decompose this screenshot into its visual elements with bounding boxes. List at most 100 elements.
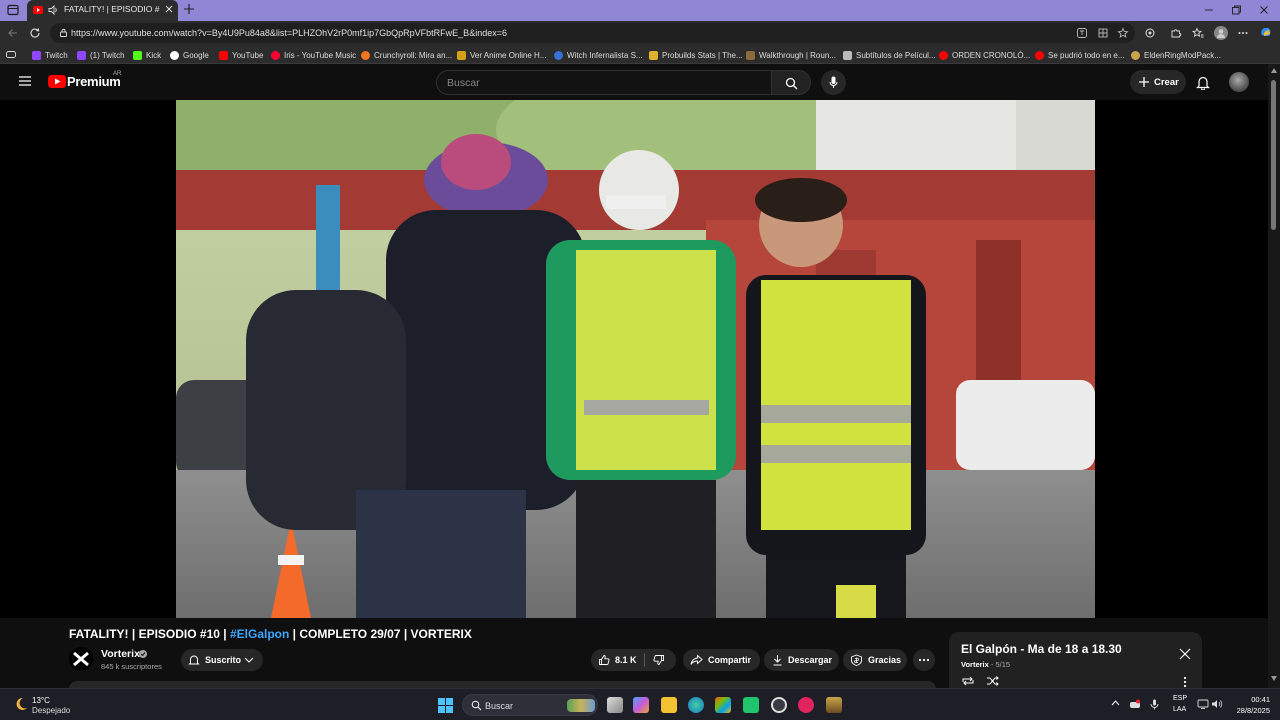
profile-avatar[interactable] (1214, 26, 1228, 40)
bookmark-item[interactable]: EldenRingModPack... (1131, 49, 1221, 61)
more-vertical-icon[interactable] (1183, 676, 1187, 688)
volume-icon[interactable] (1211, 699, 1223, 709)
loop-icon[interactable] (961, 675, 975, 687)
thanks-button[interactable]: Gracias (843, 649, 907, 671)
favorites-icon[interactable] (1192, 27, 1204, 39)
youtube-music-icon (271, 50, 280, 60)
country-code: AR (113, 71, 122, 77)
audio-playing-icon[interactable] (47, 4, 59, 16)
copilot-app-icon[interactable] (633, 697, 649, 713)
bookmark-item[interactable]: Twitch (32, 49, 68, 61)
keyboard-layout[interactable]: LAA (1173, 706, 1186, 713)
window-close-icon[interactable] (1258, 4, 1270, 16)
search-button[interactable] (771, 70, 811, 95)
thumbs-up-icon[interactable] (598, 654, 610, 666)
kick-icon (133, 50, 142, 60)
channel-avatar[interactable] (69, 647, 93, 671)
thumbs-down-icon[interactable] (653, 654, 665, 666)
download-button[interactable]: Descargar (764, 649, 839, 671)
create-button[interactable]: Crear (1130, 70, 1186, 94)
reader-view-icon[interactable] (1097, 27, 1109, 39)
microphone-icon (829, 76, 838, 88)
microsoft-store-icon[interactable] (715, 697, 731, 713)
twitch-icon (32, 50, 41, 60)
clock-time[interactable]: 00:41 (1236, 695, 1270, 704)
channel-name[interactable]: Vorterix (101, 648, 140, 660)
weather-condition[interactable]: Despejado (32, 706, 70, 715)
like-count[interactable]: 8.1 K (615, 655, 637, 665)
bookmark-item[interactable]: Ver Anime Online H... (457, 49, 546, 61)
extension-icon[interactable] (1144, 27, 1156, 39)
bookmark-item[interactable]: Witch Infernalista S... (554, 49, 643, 61)
youtube-logo-icon[interactable] (48, 75, 66, 88)
bookmark-item[interactable]: Subtítulos de Películ... (843, 49, 936, 61)
bookmark-item[interactable]: Walkthrough | Roun... (746, 49, 836, 61)
probuilds-icon (649, 50, 658, 60)
share-button[interactable]: Compartir (683, 649, 760, 671)
back-icon[interactable] (7, 27, 19, 39)
browser-tab-active[interactable]: FATALITY! | EPISODIO #10 | #ElGalpon | C… (27, 0, 178, 21)
browser-menu-icon[interactable] (1237, 27, 1249, 39)
hashtag-link[interactable]: #ElGalpon (230, 627, 289, 641)
more-actions-button[interactable] (913, 649, 935, 671)
shuffle-icon[interactable] (986, 675, 1000, 687)
playlist-channel[interactable]: Vorterix (961, 660, 989, 669)
subscribed-button[interactable]: Suscrito (181, 649, 263, 671)
new-tab-icon[interactable] (183, 3, 195, 15)
copilot-icon[interactable] (1259, 25, 1273, 39)
search-input[interactable] (436, 70, 772, 95)
super-thanks-icon (851, 654, 862, 666)
microphone-tray-icon[interactable] (1150, 699, 1159, 710)
playlist-title[interactable]: El Galpón - Ma de 18 a 18.30 (961, 642, 1122, 656)
extensions-puzzle-icon[interactable] (1170, 27, 1182, 39)
clock-date[interactable]: 28/8/2025 (1226, 706, 1270, 715)
game-launcher-icon[interactable] (826, 697, 842, 713)
account-avatar[interactable] (1229, 72, 1249, 92)
bookmark-item[interactable]: ORDEN CRONOLÓ... (939, 49, 1030, 61)
weather-temperature[interactable]: 13°C (32, 696, 50, 705)
maximize-icon[interactable] (1230, 4, 1242, 16)
tab-groups-icon[interactable] (6, 50, 16, 59)
video-frame[interactable] (176, 100, 1095, 618)
page-scrollbar[interactable] (1268, 64, 1280, 688)
reload-icon[interactable] (29, 27, 41, 39)
tab-close-icon[interactable] (164, 4, 174, 14)
translate-icon[interactable] (1076, 27, 1088, 39)
media-player-icon[interactable] (798, 697, 814, 713)
scrollbar-thumb[interactable] (1271, 80, 1276, 230)
tray-overflow-icon[interactable] (1111, 699, 1120, 706)
spotify-like-app-icon[interactable] (743, 697, 759, 713)
walkthrough-icon (746, 50, 755, 60)
edge-browser-icon[interactable] (688, 697, 704, 713)
favorite-star-icon[interactable] (1117, 27, 1129, 39)
bookmark-item[interactable]: Google (170, 49, 209, 61)
windows-start-icon[interactable] (438, 698, 453, 713)
file-explorer-icon[interactable] (661, 697, 677, 713)
bookmark-item[interactable]: Probuilds Stats | The... (649, 49, 743, 61)
voice-search-button[interactable] (821, 70, 846, 95)
github-desktop-icon[interactable] (771, 697, 787, 713)
taskbar-search[interactable]: Buscar (462, 694, 598, 716)
youtube-header: Premium AR Crear (0, 64, 1268, 100)
url-field[interactable]: https://www.youtube.com/watch?v=By4U9Pu8… (50, 23, 1135, 43)
keyboard-language[interactable]: ESP (1173, 695, 1187, 702)
bookmark-item[interactable]: Kick (133, 49, 161, 61)
bookmark-item[interactable]: Se pudrió todo en e... (1035, 49, 1125, 61)
bookmark-item[interactable]: Crunchyroll: Mira an... (361, 49, 452, 61)
bookmark-item[interactable]: Iris - YouTube Music (271, 49, 356, 61)
tray-app-icon[interactable] (1129, 699, 1141, 709)
task-view-icon[interactable] (607, 697, 623, 713)
site-info-icon[interactable] (59, 28, 68, 37)
bookmark-item[interactable]: (1) Twitch (77, 49, 125, 61)
weather-moon-icon[interactable] (13, 696, 29, 712)
bookmark-item[interactable]: YouTube (219, 49, 263, 61)
menu-icon[interactable] (18, 75, 32, 87)
tab-actions-icon[interactable] (6, 3, 20, 17)
anime-site-icon (457, 50, 466, 60)
minimize-icon[interactable] (1203, 4, 1215, 16)
scroll-down-icon[interactable] (1271, 676, 1277, 681)
notifications-bell-icon[interactable] (1196, 75, 1210, 90)
close-icon[interactable] (1179, 648, 1191, 660)
network-icon[interactable] (1197, 699, 1209, 709)
scroll-up-icon[interactable] (1271, 68, 1277, 73)
